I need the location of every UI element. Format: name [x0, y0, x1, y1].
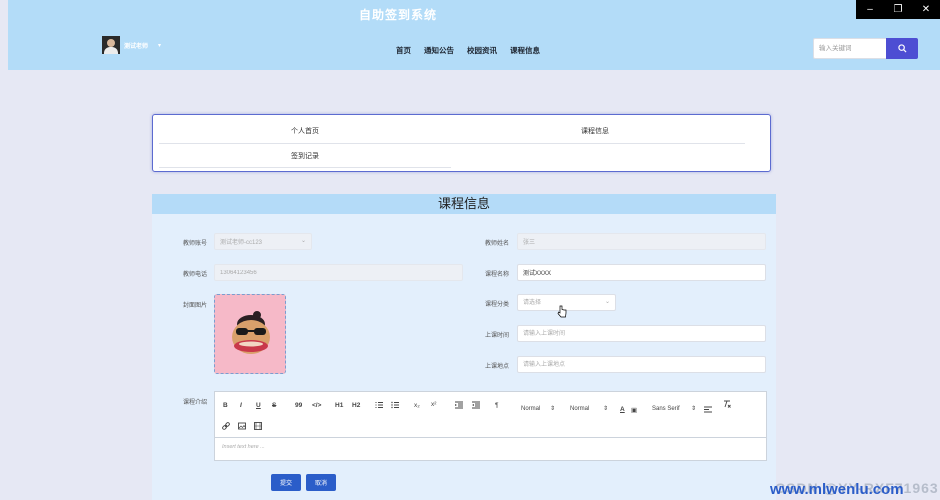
nav-campus-news[interactable]: 校园资讯 — [467, 45, 497, 56]
class-time-label: 上课时间 — [485, 333, 510, 339]
underline-button[interactable]: U — [256, 402, 261, 409]
font-color-icon[interactable]: A — [620, 406, 625, 413]
teacher-name-label: 教师姓名 — [485, 241, 510, 247]
nav-home[interactable]: 首页 — [396, 45, 411, 56]
code-block-button[interactable]: </> — [312, 402, 321, 409]
class-time-field[interactable] — [517, 325, 766, 342]
course-form-panel: 课程信息 教师账号 ⌄ 教师姓名 教师电话 课程名称 封面图片 课程分类 ⌄ 上… — [152, 194, 776, 500]
search-input[interactable] — [813, 38, 886, 59]
chevron-down-icon: ⇕ — [550, 406, 556, 412]
search-button[interactable] — [886, 38, 918, 59]
bullet-list-icon[interactable] — [391, 401, 399, 409]
heading-select[interactable]: Normal — [570, 406, 589, 412]
tab-checkin-records[interactable]: 签到记录 — [159, 151, 451, 161]
image-icon[interactable] — [238, 422, 246, 430]
maximize-button[interactable]: ❐ — [884, 0, 912, 19]
chevron-down-icon: ⌄ — [605, 299, 611, 305]
superscript-button[interactable]: x² — [431, 401, 436, 408]
search-icon — [897, 44, 907, 53]
chevron-down-icon: ⇕ — [603, 406, 609, 412]
course-name-label: 课程名称 — [485, 272, 510, 278]
cover-image-label: 封面图片 — [183, 303, 208, 309]
course-category-label: 课程分类 — [485, 302, 510, 308]
watermark-site: www.mlwenlu.com — [770, 481, 904, 498]
chevron-down-icon[interactable]: ▾ — [158, 42, 161, 49]
italic-button[interactable]: I — [240, 402, 242, 409]
teacher-account-select — [214, 233, 312, 250]
align-icon[interactable] — [704, 406, 712, 414]
header2-button[interactable]: H2 — [352, 402, 360, 409]
app-title: 自助签到系统 — [358, 8, 437, 22]
rich-text-editor: B I U S 99 </> H1 H2 x₂ x² ¶ Normal ⇕ No… — [214, 391, 767, 461]
link-icon[interactable] — [222, 422, 230, 430]
teacher-name-field — [517, 233, 766, 250]
nav-course-info[interactable]: 课程信息 — [510, 45, 540, 56]
bold-button[interactable]: B — [223, 402, 228, 409]
avatar[interactable] — [102, 36, 120, 54]
user-name[interactable]: 测试老师 — [124, 41, 148, 50]
course-intro-label: 课程介绍 — [183, 400, 208, 406]
window-controls: – ❐ ✕ — [856, 0, 940, 19]
teacher-phone-field — [214, 264, 463, 281]
header: 自助签到系统 测试老师 ▾ 首页 通知公告 校园资讯 课程信息 — [8, 0, 940, 70]
nav-notices[interactable]: 通知公告 — [424, 45, 454, 56]
tab-divider — [159, 167, 451, 168]
editor-content[interactable]: Insert text here ... — [215, 438, 766, 460]
close-button[interactable]: ✕ — [912, 0, 940, 19]
subscript-button[interactable]: x₂ — [414, 402, 420, 409]
teacher-account-label: 教师账号 — [183, 241, 208, 247]
ordered-list-icon[interactable] — [375, 401, 383, 409]
teacher-phone-label: 教师电话 — [183, 272, 208, 278]
chevron-down-icon: ⇕ — [691, 406, 697, 412]
outdent-icon[interactable] — [455, 401, 463, 409]
class-place-field[interactable] — [517, 356, 766, 373]
blockquote-button[interactable]: 99 — [295, 402, 302, 409]
font-size-select[interactable]: Normal — [521, 406, 540, 412]
main-nav: 首页 通知公告 校园资讯 课程信息 — [396, 45, 540, 56]
indent-icon[interactable] — [472, 401, 480, 409]
clear-format-icon[interactable] — [723, 400, 731, 408]
submit-button[interactable]: 提交 — [271, 474, 301, 491]
video-icon[interactable] — [254, 422, 262, 430]
search-box — [813, 38, 918, 59]
font-family-select[interactable]: Sans Serif — [652, 406, 680, 412]
text-direction-button[interactable]: ¶ — [495, 402, 499, 409]
background-color-icon[interactable]: ▣ — [631, 406, 637, 414]
user-center-tabs: 个人首页 课程信息 签到记录 — [152, 114, 771, 172]
strike-button[interactable]: S — [272, 402, 276, 409]
cover-image — [215, 295, 285, 373]
cursor-icon — [557, 305, 567, 318]
form-title: 课程信息 — [152, 194, 776, 214]
minimize-button[interactable]: – — [856, 0, 884, 19]
cover-image-upload[interactable] — [214, 294, 286, 374]
tab-course-info[interactable]: 课程信息 — [449, 126, 741, 136]
user-menu[interactable]: 测试老师 ▾ — [102, 36, 161, 54]
tab-divider — [159, 143, 745, 144]
tab-personal-home[interactable]: 个人首页 — [159, 126, 451, 136]
class-place-label: 上课地点 — [485, 364, 510, 370]
chevron-down-icon: ⌄ — [301, 238, 307, 244]
editor-toolbar: B I U S 99 </> H1 H2 x₂ x² ¶ Normal ⇕ No… — [215, 392, 766, 438]
course-name-field[interactable] — [517, 264, 766, 281]
cancel-button[interactable]: 取消 — [306, 474, 336, 491]
header1-button[interactable]: H1 — [335, 402, 343, 409]
